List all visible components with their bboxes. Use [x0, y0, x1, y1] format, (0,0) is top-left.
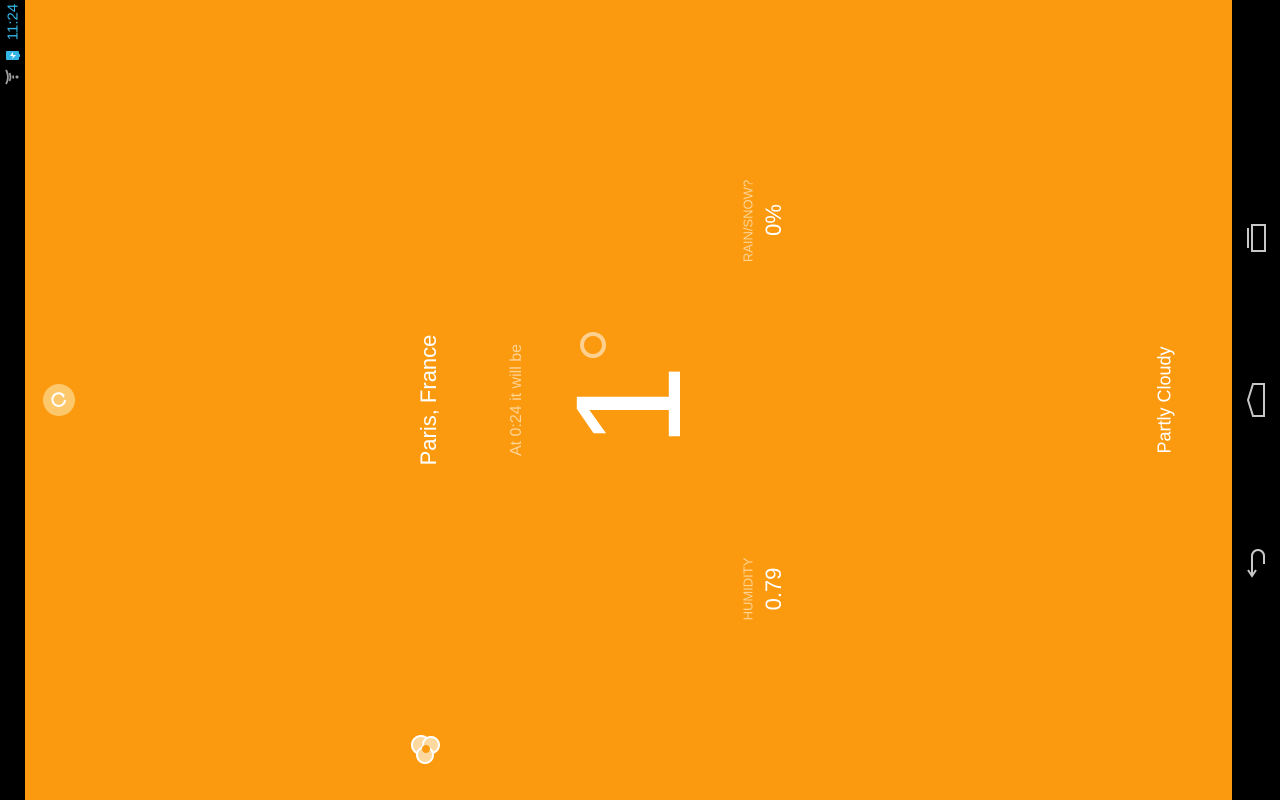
condition-label: Partly Cloudy — [1154, 346, 1175, 454]
refresh-button[interactable] — [43, 384, 75, 416]
status-clock: 11:24 — [4, 3, 22, 41]
humidity-label: HUMIDITY — [740, 557, 756, 621]
battery-charging-icon — [6, 51, 20, 60]
home-icon[interactable] — [1240, 380, 1272, 420]
back-icon[interactable] — [1240, 542, 1272, 582]
temperature-value: 1 — [544, 364, 712, 448]
recent-apps-icon[interactable] — [1240, 218, 1272, 258]
screen: 11:24 Paris, France At 0:24 it will be 1… — [0, 0, 1280, 800]
precipitation-value: 0% — [761, 204, 786, 236]
forecast-time-label: At 0:24 it will be — [508, 343, 525, 457]
refresh-icon — [51, 392, 66, 407]
precipitation-label: RAIN/SNOW? — [740, 179, 756, 263]
humidity-value: 0.79 — [761, 567, 786, 611]
degree-symbol — [580, 332, 606, 358]
wifi-icon — [5, 69, 19, 85]
navigation-bar — [1232, 0, 1280, 800]
location-label: Paris, France — [416, 334, 441, 466]
weather-logo-icon — [411, 735, 440, 764]
status-bar: 11:24 — [0, 0, 25, 800]
